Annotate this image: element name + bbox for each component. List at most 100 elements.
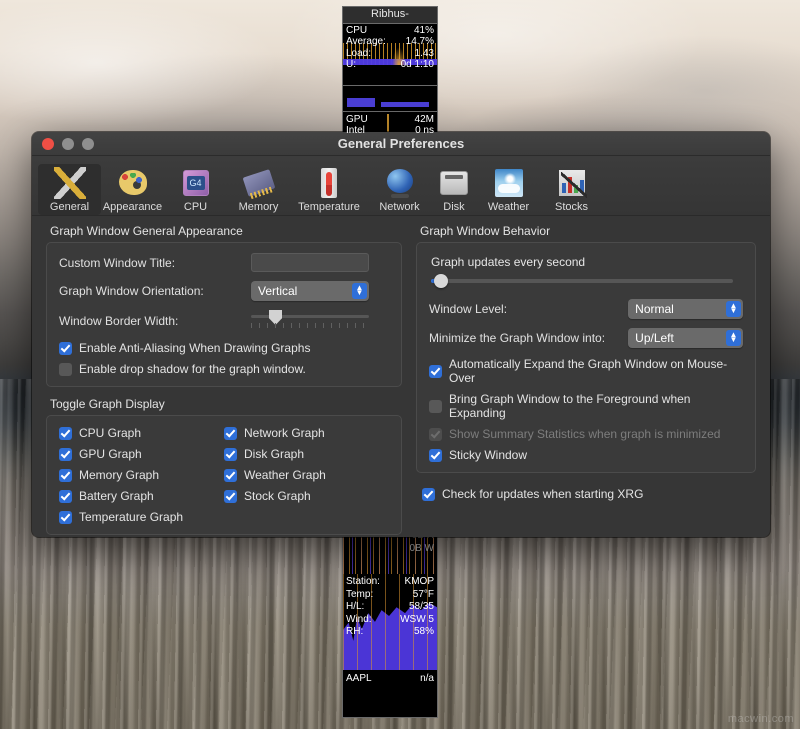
appearance-group-label: Graph Window General Appearance bbox=[50, 224, 402, 238]
minimize-into-value: Up/Left bbox=[635, 331, 674, 345]
gpu-graph-row[interactable]: GPU Graph bbox=[59, 447, 224, 461]
chevron-updown-icon[interactable]: ▲▼ bbox=[352, 283, 367, 299]
cpu-value: 41% bbox=[414, 25, 434, 37]
xrg-stocks-section: AAPL n/a 1y bbox=[343, 670, 437, 718]
toolbar-item-disk[interactable]: Disk bbox=[431, 164, 477, 215]
bring-foreground-checkbox[interactable] bbox=[429, 400, 442, 413]
xrg-cpu-load-row: Load: 1.43 bbox=[346, 48, 434, 60]
chevron-updown-icon[interactable]: ▲▼ bbox=[726, 301, 741, 317]
weather-highlow-label: H/L: bbox=[346, 601, 364, 613]
toggle-display-group-box: CPU Graph GPU Graph Memory Graph Ba bbox=[46, 415, 402, 535]
battery-graph-row[interactable]: Battery Graph bbox=[59, 489, 224, 503]
xrg-cpu-row: CPU 41% bbox=[346, 25, 434, 37]
slider-tickmarks bbox=[251, 323, 369, 328]
cpu-uptime-value: 0d 1:10 bbox=[401, 59, 434, 71]
minimize-button[interactable] bbox=[62, 138, 74, 150]
auto-expand-checkbox[interactable] bbox=[429, 365, 442, 378]
behavior-group-box: Graph updates every second Window Level:… bbox=[416, 242, 756, 473]
memory-graph-label: Memory Graph bbox=[79, 468, 159, 482]
minimize-into-dropdown[interactable]: Up/Left ▲▼ bbox=[628, 328, 743, 348]
zoom-button[interactable] bbox=[82, 138, 94, 150]
auto-expand-row[interactable]: Automatically Expand the Graph Window on… bbox=[429, 357, 743, 385]
cpu-uptime-label: U: bbox=[346, 59, 356, 71]
sticky-window-row[interactable]: Sticky Window bbox=[429, 448, 743, 462]
cpu-graph-row[interactable]: CPU Graph bbox=[59, 426, 224, 440]
xrg-cpu-section: CPU 41% Average: 14.7% Load: 1.43 U: 0d … bbox=[343, 24, 437, 86]
temperature-graph-checkbox[interactable] bbox=[59, 511, 72, 524]
update-interval-slider[interactable] bbox=[431, 273, 733, 289]
sticky-window-label: Sticky Window bbox=[449, 448, 527, 462]
window-level-label: Window Level: bbox=[429, 302, 628, 316]
globe-network-icon bbox=[384, 167, 416, 199]
minimize-into-row: Minimize the Graph Window into: Up/Left … bbox=[429, 328, 743, 348]
weather-highlow-value: 58/35 bbox=[409, 601, 434, 613]
watermark-text: macwin.com bbox=[728, 713, 794, 725]
antialiasing-checkbox[interactable] bbox=[59, 342, 72, 355]
toolbar-item-temperature[interactable]: Temperature bbox=[290, 164, 368, 215]
cpu-label: CPU bbox=[346, 25, 367, 37]
stock-graph-row[interactable]: Stock Graph bbox=[224, 489, 389, 503]
dropshadow-label: Enable drop shadow for the graph window. bbox=[79, 362, 306, 376]
weather-sky-icon bbox=[493, 167, 525, 199]
memory-graph-checkbox[interactable] bbox=[59, 469, 72, 482]
gpu-graph-checkbox[interactable] bbox=[59, 448, 72, 461]
stock-graph-checkbox[interactable] bbox=[224, 490, 237, 503]
update-slider-knob[interactable] bbox=[434, 274, 448, 288]
cpu-graph-checkbox[interactable] bbox=[59, 427, 72, 440]
toolbar-item-memory[interactable]: Memory bbox=[227, 164, 290, 215]
toolbar-item-general[interactable]: General bbox=[38, 164, 101, 215]
summary-statistics-row: Show Summary Statistics when graph is mi… bbox=[429, 427, 743, 441]
antialiasing-checkbox-row[interactable]: Enable Anti-Aliasing When Drawing Graphs bbox=[59, 341, 389, 355]
graph-orientation-row: Graph Window Orientation: Vertical ▲▼ bbox=[59, 281, 389, 301]
temperature-graph-row[interactable]: Temperature Graph bbox=[59, 510, 224, 524]
weather-highlow-row: H/L: 58/35 bbox=[346, 601, 434, 613]
palette-icon bbox=[117, 167, 149, 199]
weather-graph-row[interactable]: Weather Graph bbox=[224, 468, 389, 482]
network-graph-row[interactable]: Network Graph bbox=[224, 426, 389, 440]
toolbar-item-cpu[interactable]: CPU bbox=[164, 164, 227, 215]
bring-foreground-label: Bring Graph Window to the Foreground whe… bbox=[449, 392, 743, 420]
xrg-monitor-widget-bottom[interactable]: 0B R 0B W Station: KMOP Temp: 57°F H/L: … bbox=[342, 528, 438, 718]
graph-orientation-label: Graph Window Orientation: bbox=[59, 284, 251, 298]
summary-statistics-label: Show Summary Statistics when graph is mi… bbox=[449, 427, 720, 441]
chevron-updown-icon[interactable]: ▲▼ bbox=[726, 330, 741, 346]
hard-disk-icon bbox=[438, 167, 470, 199]
network-graph-checkbox[interactable] bbox=[224, 427, 237, 440]
custom-window-title-input[interactable] bbox=[251, 253, 369, 272]
dropshadow-checkbox-row[interactable]: Enable drop shadow for the graph window. bbox=[59, 362, 389, 376]
toolbar-label-weather: Weather bbox=[488, 201, 529, 213]
toolbar-item-stocks[interactable]: Stocks bbox=[540, 164, 603, 215]
temperature-graph-label: Temperature Graph bbox=[79, 510, 183, 524]
dropshadow-checkbox[interactable] bbox=[59, 363, 72, 376]
cpu-average-value: 14.7% bbox=[406, 36, 434, 48]
window-border-width-slider[interactable] bbox=[251, 310, 369, 332]
toolbar-item-network[interactable]: Network bbox=[368, 164, 431, 215]
toolbar-item-weather[interactable]: Weather bbox=[477, 164, 540, 215]
memory-ram-icon bbox=[243, 167, 275, 199]
window-level-dropdown[interactable]: Normal ▲▼ bbox=[628, 299, 743, 319]
disk-graph-checkbox[interactable] bbox=[224, 448, 237, 461]
toolbar-label-temperature: Temperature bbox=[298, 201, 360, 213]
bring-foreground-row[interactable]: Bring Graph Window to the Foreground whe… bbox=[429, 392, 743, 420]
check-updates-row[interactable]: Check for updates when starting XRG bbox=[422, 487, 756, 501]
stock-value: n/a bbox=[420, 673, 434, 685]
traffic-light-buttons[interactable] bbox=[42, 138, 94, 150]
slider-track bbox=[251, 315, 369, 318]
weather-graph-checkbox[interactable] bbox=[224, 469, 237, 482]
disk-graph-row[interactable]: Disk Graph bbox=[224, 447, 389, 461]
toolbar-item-appearance[interactable]: Appearance bbox=[101, 164, 164, 215]
sticky-window-checkbox[interactable] bbox=[429, 449, 442, 462]
memory-graph-row[interactable]: Memory Graph bbox=[59, 468, 224, 482]
general-preferences-window[interactable]: General Preferences General Appearance C… bbox=[32, 132, 770, 537]
xrg-monitor-widget-top[interactable]: Ribhus- CPU 41% Average: 14.7% Load: 1.4… bbox=[342, 6, 438, 138]
weather-temp-label: Temp: bbox=[346, 589, 373, 601]
xrg-cpu-uptime-row: U: 0d 1:10 bbox=[346, 59, 434, 71]
graph-orientation-dropdown[interactable]: Vertical ▲▼ bbox=[251, 281, 369, 301]
close-button[interactable] bbox=[42, 138, 54, 150]
check-updates-checkbox[interactable] bbox=[422, 488, 435, 501]
antialiasing-label: Enable Anti-Aliasing When Drawing Graphs bbox=[79, 341, 310, 355]
gpu-label: GPU bbox=[346, 114, 368, 126]
xrg-memory-bars bbox=[343, 86, 437, 112]
battery-graph-checkbox[interactable] bbox=[59, 490, 72, 503]
preferences-toolbar[interactable]: General Appearance CPU Memory Temperatur… bbox=[32, 156, 770, 216]
